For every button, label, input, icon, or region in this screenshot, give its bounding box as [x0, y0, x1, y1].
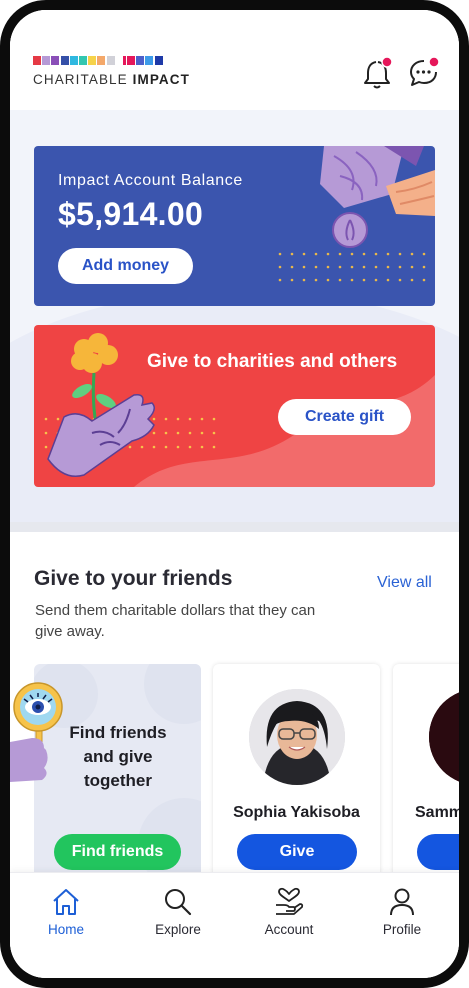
- search-icon: [165, 889, 192, 916]
- friend-name: Sophia Yakisoba: [233, 804, 360, 821]
- friend-avatar[interactable]: [249, 689, 345, 785]
- logo-bar: [33, 56, 41, 65]
- logo-bar: [145, 56, 154, 65]
- logo-bar: [42, 56, 51, 65]
- logo-bar: [88, 56, 97, 65]
- section-divider: [10, 522, 459, 532]
- logo-bar: [69, 56, 78, 65]
- notifications-button[interactable]: [363, 56, 393, 90]
- home-icon: [53, 889, 79, 915]
- friend-card: Samm: [393, 664, 459, 879]
- bottom-navigation: Home Explore Account Profile: [10, 872, 459, 978]
- nav-label: Home: [47, 922, 84, 937]
- bell-icon: [364, 56, 393, 89]
- chat-icon: [410, 56, 440, 86]
- logo-color-bars: [33, 56, 164, 65]
- nav-profile[interactable]: Profile: [362, 887, 442, 947]
- friend-avatar[interactable]: [429, 689, 459, 785]
- phone-frame: CHARITABLE IMPACT Impact Account Balance…: [0, 0, 469, 988]
- nav-home[interactable]: Home: [26, 887, 106, 947]
- view-all-link[interactable]: View all: [377, 574, 432, 592]
- nav-label: Profile: [382, 922, 422, 937]
- gift-headline: Give to charities and others: [147, 351, 398, 372]
- magnifier-hand-illustration: [10, 682, 63, 782]
- create-gift-button[interactable]: Create gift: [278, 399, 411, 435]
- balance-label: Impact Account Balance: [58, 172, 243, 189]
- logo-wordmark: CHARITABLE IMPACT: [33, 72, 190, 87]
- nav-account[interactable]: Account: [249, 887, 329, 947]
- app-screen: CHARITABLE IMPACT Impact Account Balance…: [10, 10, 459, 978]
- balance-illustration: [278, 146, 435, 282]
- friends-section-title: Give to your friends: [34, 567, 233, 590]
- logo-bar: [122, 56, 126, 65]
- logo-bar: [136, 56, 145, 65]
- find-friends-text: Find friends and give together: [69, 723, 167, 790]
- person-photo: [429, 689, 459, 785]
- friend-name: Samm: [415, 804, 459, 821]
- nav-explore[interactable]: Explore: [138, 887, 218, 947]
- app-header: CHARITABLE IMPACT: [10, 10, 459, 110]
- find-friends-button[interactable]: Find friends: [54, 834, 181, 870]
- logo-bar: [51, 56, 60, 65]
- give-button[interactable]: Give: [237, 834, 357, 870]
- friend-card: Sophia Yakisoba Give: [213, 664, 380, 879]
- nav-label: Account: [264, 922, 314, 937]
- logo-bar-gap: [116, 56, 122, 65]
- messages-button[interactable]: [408, 56, 440, 88]
- hand-flower-illustration: [47, 333, 155, 477]
- logo-bar: [127, 56, 136, 65]
- add-money-button[interactable]: Add money: [58, 248, 193, 284]
- logo-bar: [60, 56, 69, 65]
- balance-amount: $5,914.00: [58, 196, 204, 232]
- nav-label: Explore: [155, 922, 201, 937]
- logo-bar: [106, 56, 115, 65]
- person-photo: [249, 689, 345, 785]
- create-gift-card: Give to charities and others Create gift: [34, 325, 435, 487]
- impact-balance-card: Impact Account Balance $5,914.00 Add mon…: [34, 146, 435, 306]
- logo-bar: [78, 56, 87, 65]
- logo-bar: [154, 56, 163, 65]
- user-icon: [390, 888, 414, 916]
- give-button[interactable]: [417, 834, 459, 870]
- logo-bar: [97, 56, 106, 65]
- friends-section-subtitle: Send them charitable dollars that they c…: [35, 602, 316, 640]
- logo-text-bold: IMPACT: [132, 72, 190, 87]
- heart-hand-icon: [276, 887, 304, 915]
- logo-text-light: CHARITABLE: [33, 72, 133, 87]
